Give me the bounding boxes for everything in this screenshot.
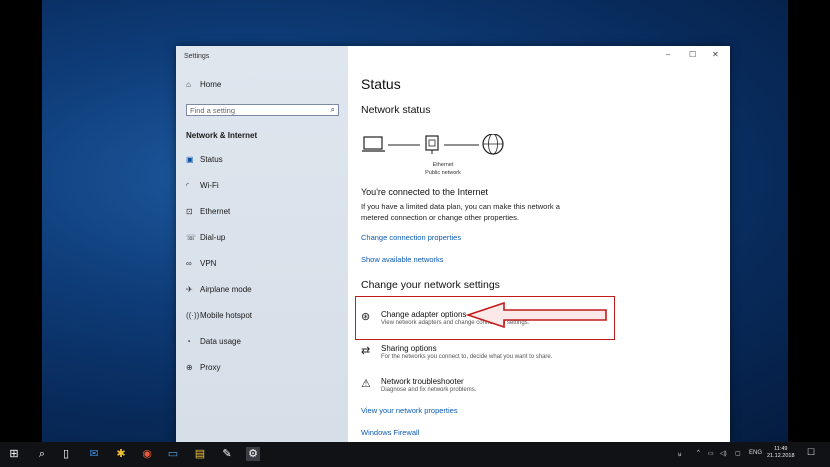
sidebar-item-mobile-hotspot[interactable]: ((·)) Mobile hotspot xyxy=(186,311,252,320)
section-title: Network & Internet xyxy=(186,131,258,140)
status-icon: ▣ xyxy=(186,155,194,164)
warning-icon: ⚠ xyxy=(361,378,371,390)
vpn-icon: ∞ xyxy=(186,259,192,268)
internet-globe-icon xyxy=(482,134,504,155)
change-settings-heading: Change your network settings xyxy=(361,279,500,291)
network-profile-label: Public network xyxy=(425,170,461,176)
sidebar-item-airplane-mode[interactable]: ✈ Airplane mode xyxy=(186,285,252,294)
network-status-heading: Network status xyxy=(361,104,431,116)
connected-description: If you have a limited data plan, you can… xyxy=(361,202,560,222)
settings-gear-icon[interactable]: ⚙ xyxy=(246,447,260,461)
option-title: Sharing options xyxy=(381,344,437,353)
sidebar-home[interactable]: ⌂ Home xyxy=(186,80,221,89)
ethernet-icon: ⊡ xyxy=(186,207,193,216)
home-label: Home xyxy=(200,80,222,89)
sidebar: Settings ⌂ Home Find a setting ⌕ Network… xyxy=(176,46,348,442)
sidebar-item-data-usage[interactable]: ◔ Data usage xyxy=(186,337,241,346)
network-troubleshooter[interactable]: ⚠ Network troubleshooter Diagnose and fi… xyxy=(361,377,476,393)
window-title: Settings xyxy=(184,53,210,60)
show-available-networks-link[interactable]: Show available networks xyxy=(361,255,444,264)
sidebar-item-label: Proxy xyxy=(200,363,221,372)
main-content: – ☐ ✕ Status Network status Ethernet Pub… xyxy=(348,46,730,442)
annotation-arrow xyxy=(466,302,607,328)
hotspot-icon: ((·)) xyxy=(186,311,200,320)
app-icon[interactable]: ✎ xyxy=(220,447,234,461)
ethernet-adapter-icon xyxy=(425,135,439,154)
home-icon: ⌂ xyxy=(186,80,191,89)
sidebar-item-label: VPN xyxy=(200,259,217,268)
sidebar-item-label: Ethernet xyxy=(200,207,231,216)
sidebar-item-proxy[interactable]: ⊕ Proxy xyxy=(186,363,220,372)
task-view-icon[interactable]: ▯ xyxy=(59,447,73,461)
airplane-icon: ✈ xyxy=(186,285,193,294)
sidebar-item-label: Mobile hotspot xyxy=(200,311,253,320)
time: 11:49 xyxy=(774,446,788,452)
sidebar-item-label: Data usage xyxy=(200,337,241,346)
adapter-type-label: Ethernet xyxy=(432,162,454,168)
dialup-icon: ☏ xyxy=(186,233,197,242)
option-description: Diagnose and fix network problems. xyxy=(381,387,477,393)
letterbox-left xyxy=(0,0,42,442)
people-app-icon[interactable]: ✱ xyxy=(114,447,128,461)
remote-desktop-icon[interactable]: ▭ xyxy=(166,447,180,461)
sidebar-item-ethernet[interactable]: ⊡ Ethernet xyxy=(186,207,230,216)
search-icon: ⌕ xyxy=(330,105,335,114)
clock[interactable]: 11:49 21.12.2018 xyxy=(767,446,795,460)
close-button[interactable]: ✕ xyxy=(712,50,719,59)
language-indicator[interactable]: ENG xyxy=(749,450,762,456)
network-tray-icon[interactable]: ▢ xyxy=(735,450,741,457)
start-windows-icon[interactable]: ⊞ xyxy=(7,447,21,461)
sidebar-item-label: Wi-Fi xyxy=(200,181,219,190)
sidebar-item-wifi[interactable]: ◜ Wi-Fi xyxy=(186,181,219,190)
file-explorer-icon[interactable]: ▤ xyxy=(193,447,207,461)
minimize-button[interactable]: – xyxy=(666,50,670,59)
sidebar-item-label: Airplane mode xyxy=(200,285,252,294)
outlook-icon[interactable]: ✉ xyxy=(87,447,101,461)
maximize-button[interactable]: ☐ xyxy=(689,50,696,59)
data-usage-icon: ◔ xyxy=(186,337,191,346)
people-tray-icon[interactable]: ꞟ xyxy=(678,450,682,458)
sidebar-item-label: Dial-up xyxy=(200,233,226,242)
sidebar-item-vpn[interactable]: ∞ VPN xyxy=(186,259,216,268)
battery-icon[interactable]: ▭ xyxy=(708,450,714,457)
chrome-icon[interactable]: ◉ xyxy=(140,447,154,461)
globe-icon: ⊕ xyxy=(186,363,193,372)
sharing-options[interactable]: ⇄ Sharing options For the networks you c… xyxy=(361,344,552,360)
search-placeholder: Find a setting xyxy=(190,105,236,115)
network-diagram xyxy=(362,134,504,155)
sidebar-item-status[interactable]: ▣ Status xyxy=(186,155,223,164)
laptop-icon xyxy=(362,136,385,152)
search-icon[interactable]: ⌕ xyxy=(35,447,49,461)
sidebar-item-dialup[interactable]: ☏ Dial-up xyxy=(186,233,225,242)
speaker-icon[interactable]: ◁) xyxy=(720,450,727,457)
option-description: For the networks you connect to, decide … xyxy=(381,354,553,360)
view-network-properties-link[interactable]: View your network properties xyxy=(361,406,458,415)
change-connection-properties-link[interactable]: Change connection properties xyxy=(361,233,461,242)
letterbox-right xyxy=(788,0,830,442)
chevron-up-icon[interactable]: ^ xyxy=(697,450,700,456)
connected-heading: You're connected to the Internet xyxy=(361,187,488,197)
settings-window: Settings ⌂ Home Find a setting ⌕ Network… xyxy=(176,46,730,442)
sharing-icon: ⇄ xyxy=(361,345,371,357)
windows-firewall-link[interactable]: Windows Firewall xyxy=(361,428,419,437)
date: 21.12.2018 xyxy=(767,453,795,459)
wifi-icon: ◜ xyxy=(186,181,190,190)
option-title: Network troubleshooter xyxy=(381,377,464,386)
page-title: Status xyxy=(361,76,401,92)
notifications-icon[interactable]: ☐ xyxy=(807,447,815,458)
search-input[interactable]: Find a setting ⌕ xyxy=(186,104,339,116)
sidebar-item-label: Status xyxy=(200,155,223,164)
